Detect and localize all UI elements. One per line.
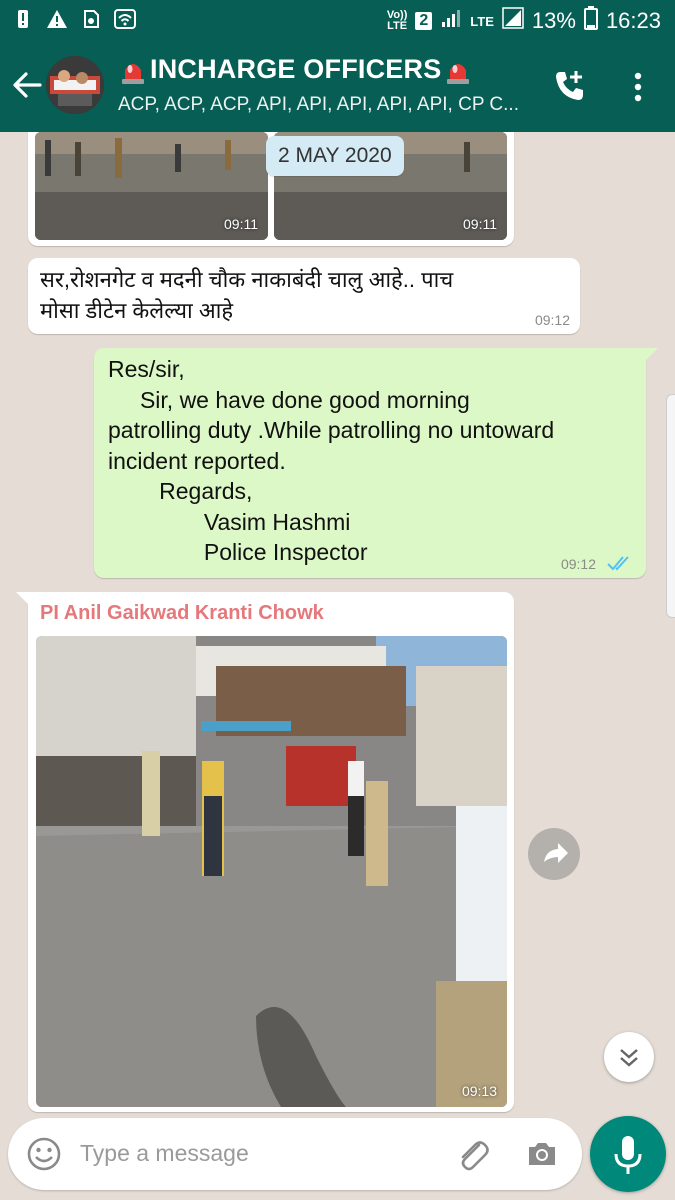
group-members-subtitle[interactable]: ACP, ACP, ACP, API, API, API, API, API, … (118, 94, 538, 116)
group-title[interactable]: INCHARGE OFFICERS (118, 54, 473, 85)
chat-header: INCHARGE OFFICERS ACP, ACP, ACP, API, AP… (0, 40, 675, 132)
message-text: Res/sir, Sir, we have done good morning … (108, 356, 555, 565)
group-avatar[interactable] (46, 56, 104, 114)
chat-area[interactable]: 09:11 09:11 2 MAY 2020 सर,रोशनगेट व मदनी… (0, 132, 675, 1120)
battery-percent: 13% (531, 8, 576, 33)
scroll-down-icon[interactable] (604, 1032, 654, 1082)
bubble-tail (644, 348, 658, 362)
warning-icon (46, 8, 68, 30)
photo[interactable]: 09:13 (36, 636, 507, 1107)
message-time: 09:13 (461, 1083, 497, 1099)
sim-settings-icon (80, 8, 102, 30)
message-time: 09:12 (534, 312, 570, 328)
incoming-text-message[interactable]: सर,रोशनगेट व मदनी चौक नाकाबंदी चालु आहे.… (28, 258, 580, 334)
status-left-icons (12, 8, 136, 30)
status-bar: Vo)) LTE 2 LTE 13% 16:23 (0, 0, 675, 40)
signal-icon-2 (502, 7, 524, 35)
camera-icon[interactable] (524, 1136, 560, 1172)
date-chip: 2 MAY 2020 (266, 136, 404, 176)
message-time: 09:12 (560, 556, 596, 572)
message-time: 09:11 (224, 216, 258, 232)
add-call-icon[interactable] (552, 68, 588, 104)
siren-icon (118, 55, 148, 85)
attach-icon[interactable] (454, 1136, 490, 1172)
photo-thumbnail[interactable]: 09:11 (35, 132, 268, 240)
clock: 16:23 (605, 8, 661, 33)
volte-indicator: Vo)) LTE (387, 10, 408, 32)
double-check-icon (606, 554, 634, 572)
outgoing-text-message[interactable]: Res/sir, Sir, we have done good morning … (94, 348, 658, 578)
message-time: 09:11 (463, 216, 497, 232)
status-right-icons: Vo)) LTE 2 LTE 13% 16:23 (387, 6, 661, 36)
incoming-image-message[interactable]: PI Anil Gaikwad Kranti Chowk 09:13 (16, 592, 514, 1112)
siren-icon (443, 55, 473, 85)
mic-icon[interactable] (590, 1116, 666, 1192)
sim-badge: 2 (415, 12, 433, 30)
lte-sub-label: LTE (387, 20, 408, 32)
group-title-text: INCHARGE OFFICERS (150, 54, 442, 84)
sender-name[interactable]: PI Anil Gaikwad Kranti Chowk (40, 602, 324, 625)
bubble-tail (16, 592, 30, 606)
lte-label: LTE (470, 13, 494, 29)
more-vert-icon[interactable] (628, 70, 648, 104)
message-composer[interactable]: Type a message (8, 1118, 582, 1190)
signal-icon (440, 8, 462, 34)
emoji-icon[interactable] (26, 1136, 62, 1172)
alert-icon (12, 8, 34, 30)
share-icon[interactable] (528, 828, 580, 880)
back-arrow-icon[interactable] (10, 68, 44, 102)
message-input[interactable]: Type a message (80, 1140, 249, 1167)
message-text: सर,रोशनगेट व मदनी चौक नाकाबंदी चालु आहे.… (40, 267, 454, 323)
edge-panel-handle[interactable] (666, 394, 675, 618)
battery-icon (583, 6, 598, 36)
wifi-icon (114, 8, 136, 30)
